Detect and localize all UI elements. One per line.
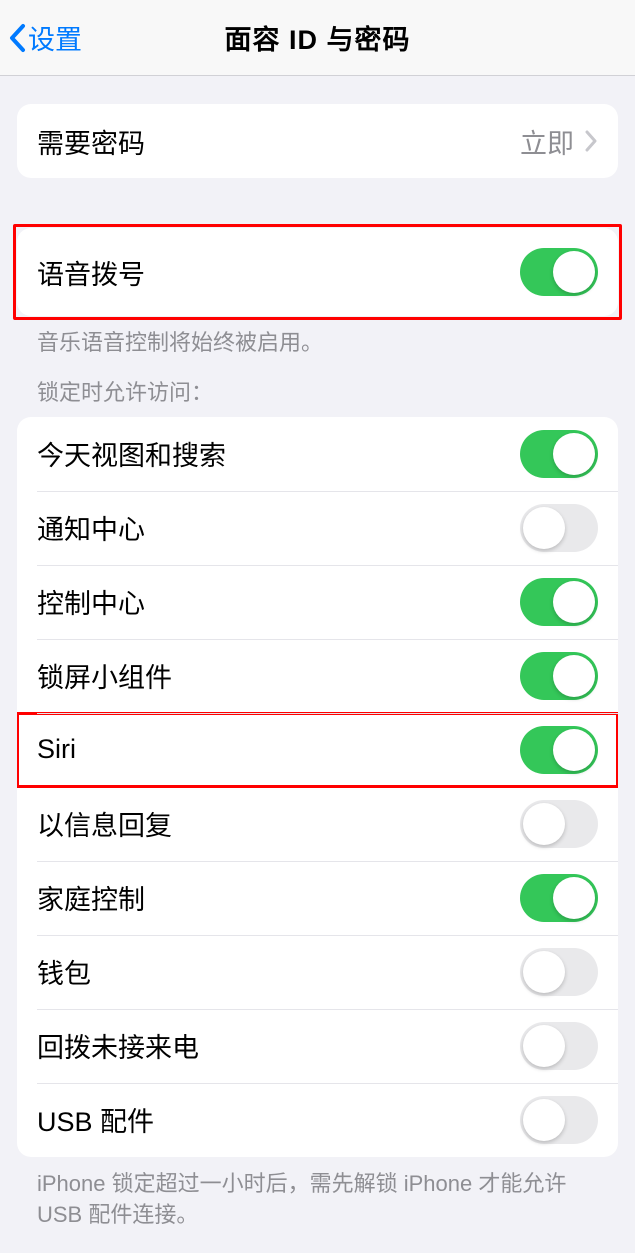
- notification-center-row: 通知中心: [17, 491, 618, 565]
- voice-dial-row: 语音拨号: [17, 228, 618, 316]
- require-passcode-row[interactable]: 需要密码 立即: [17, 104, 618, 178]
- back-button[interactable]: 设置: [8, 18, 82, 57]
- reply-with-message-row: 以信息回复: [17, 787, 618, 861]
- back-label: 设置: [28, 18, 82, 57]
- locked-access-header: 锁定时允许访问：: [17, 375, 233, 417]
- lock-screen-widgets-toggle[interactable]: [520, 652, 598, 700]
- voice-dial-toggle[interactable]: [520, 248, 598, 296]
- lock-screen-widgets-label: 锁屏小组件: [37, 656, 520, 695]
- notification-center-toggle[interactable]: [520, 504, 598, 552]
- require-passcode-label: 需要密码: [37, 122, 520, 161]
- chevron-right-icon: [584, 130, 598, 152]
- locked-access-footer: iPhone 锁定超过一小时后，需先解锁 iPhone 才能允许USB 配件连接…: [17, 1157, 618, 1231]
- home-control-row: 家庭控制: [17, 861, 618, 935]
- control-center-label: 控制中心: [37, 582, 520, 621]
- siri-row: Siri: [17, 713, 618, 787]
- notification-center-label: 通知中心: [37, 508, 520, 547]
- voice-dial-label: 语音拨号: [37, 253, 520, 292]
- usb-accessories-toggle[interactable]: [520, 1096, 598, 1144]
- locked-access-list: 今天视图和搜索 通知中心 控制中心 锁屏小组件 Siri 以信息回复: [17, 417, 618, 1157]
- wallet-row: 钱包: [17, 935, 618, 1009]
- siri-label: Siri: [37, 734, 520, 765]
- today-view-label: 今天视图和搜索: [37, 434, 520, 473]
- nav-bar: 设置 面容 ID 与密码: [0, 0, 635, 76]
- reply-with-message-toggle[interactable]: [520, 800, 598, 848]
- return-missed-calls-row: 回拨未接来电: [17, 1009, 618, 1083]
- wallet-label: 钱包: [37, 952, 520, 991]
- usb-accessories-label: USB 配件: [37, 1100, 520, 1139]
- return-missed-calls-toggle[interactable]: [520, 1022, 598, 1070]
- require-passcode-value: 立即: [520, 122, 574, 161]
- control-center-row: 控制中心: [17, 565, 618, 639]
- return-missed-calls-label: 回拨未接来电: [37, 1026, 520, 1065]
- wallet-toggle[interactable]: [520, 948, 598, 996]
- home-control-toggle[interactable]: [520, 874, 598, 922]
- home-control-label: 家庭控制: [37, 878, 520, 917]
- control-center-toggle[interactable]: [520, 578, 598, 626]
- page-title: 面容 ID 与密码: [224, 18, 410, 57]
- reply-with-message-label: 以信息回复: [37, 804, 520, 843]
- today-view-row: 今天视图和搜索: [17, 417, 618, 491]
- lock-screen-widgets-row: 锁屏小组件: [17, 639, 618, 713]
- usb-accessories-row: USB 配件: [17, 1083, 618, 1157]
- voice-dial-highlight: 语音拨号: [13, 224, 622, 320]
- today-view-toggle[interactable]: [520, 430, 598, 478]
- siri-toggle[interactable]: [520, 726, 598, 774]
- voice-dial-footer: 音乐语音控制将始终被启用。: [17, 316, 618, 359]
- chevron-left-icon: [8, 23, 26, 53]
